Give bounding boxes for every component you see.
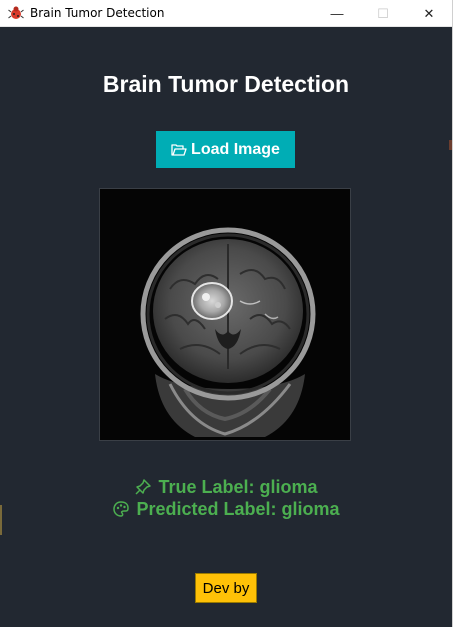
minimize-button[interactable]: — — [314, 0, 360, 27]
load-image-label: Load Image — [191, 140, 280, 158]
true-label-text: True Label: glioma — [158, 477, 318, 497]
bug-icon — [8, 6, 24, 19]
predicted-label-text: Predicted Label: glioma — [136, 499, 340, 519]
close-button[interactable]: ✕ — [406, 0, 452, 27]
edge-mark — [0, 505, 2, 535]
dev-by-button[interactable]: Dev by — [195, 573, 257, 603]
app-window: Brain Tumor Detection — ☐ ✕ Brain Tumor … — [0, 0, 453, 627]
brain-mri-scan — [100, 189, 350, 440]
edge-mark — [449, 140, 452, 150]
window-title: Brain Tumor Detection — [30, 6, 165, 20]
load-image-button[interactable]: Load Image — [156, 131, 295, 168]
mri-image — [99, 188, 351, 441]
window-controls: — ☐ ✕ — [314, 0, 452, 27]
page-title: Brain Tumor Detection — [102, 71, 350, 97]
true-label-row: True Label: glioma — [0, 476, 452, 498]
maximize-button[interactable]: ☐ — [360, 0, 406, 27]
result-labels: True Label: glioma Predicted Label: glio… — [0, 476, 452, 520]
title-bar[interactable]: Brain Tumor Detection — ☐ ✕ — [0, 0, 452, 27]
folder-open-icon — [171, 143, 187, 156]
predicted-label-row: Predicted Label: glioma — [0, 498, 452, 520]
pin-icon — [135, 479, 152, 495]
palette-icon — [113, 501, 130, 517]
